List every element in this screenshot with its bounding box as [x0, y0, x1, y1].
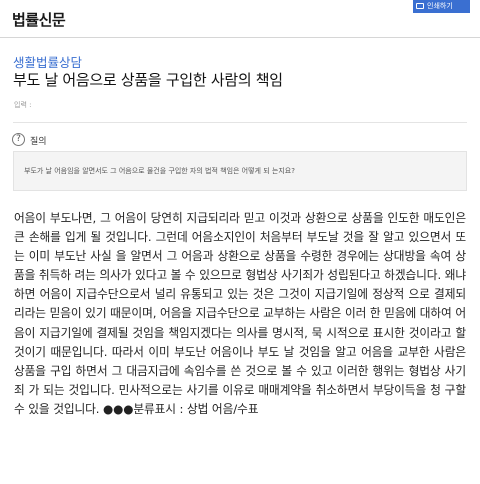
title-divider [13, 122, 467, 123]
print-button[interactable]: 인쇄하기 [413, 0, 470, 13]
article-date: 입력 : [14, 101, 32, 109]
question-label: 질의 [30, 137, 47, 147]
question-box: 부도가 날 어음임을 알면서도 그 어음으로 물건을 구입한 자의 법적 책임은… [13, 151, 467, 191]
answer-text: 어음이 부도나면, 그 어음이 당연히 지급되리라 믿고 이것과 상환으로 상품… [14, 211, 466, 416]
print-button-label: 인쇄하기 [427, 2, 453, 10]
site-logo[interactable]: 법률신문 [12, 9, 66, 30]
article-title: 부도 날 어음으로 상품을 구입한 사람의 책임 [13, 71, 283, 89]
top-bar: 법률신문 [0, 0, 480, 38]
printer-icon [416, 3, 424, 9]
question-icon: ? [12, 133, 25, 146]
question-text: 부도가 날 어음임을 알면서도 그 어음으로 물건을 구입한 자의 법적 책임은… [24, 167, 295, 175]
